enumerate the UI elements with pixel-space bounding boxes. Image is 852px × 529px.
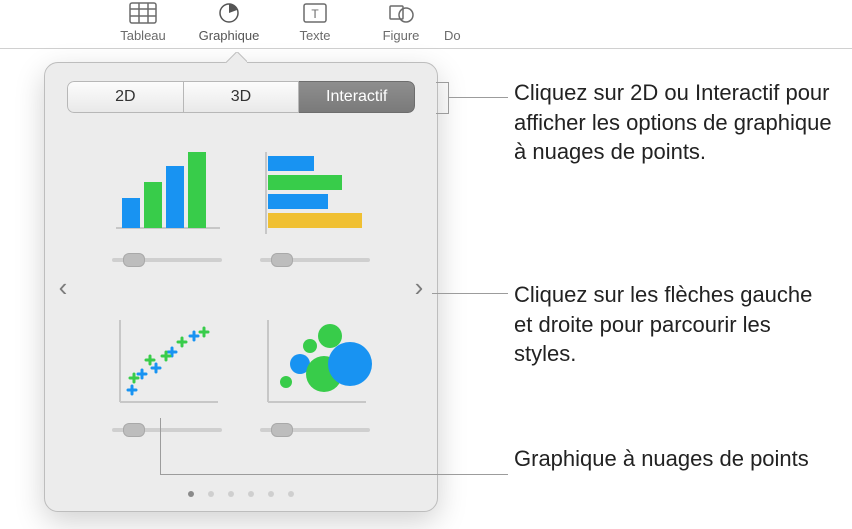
tab-interactive[interactable]: Interactif — [299, 81, 415, 113]
callout-leader — [432, 293, 508, 294]
toolbar-item-label: Texte — [299, 28, 330, 43]
text-icon: T — [301, 2, 329, 24]
style-slider[interactable] — [260, 423, 370, 435]
toolbar-item-shape[interactable]: Figure — [358, 0, 444, 50]
toolbar: Tableau Graphique T Texte Figure Do — [0, 0, 852, 49]
toolbar-item-chart[interactable]: Graphique — [186, 0, 272, 50]
chart-option-bubble[interactable] — [247, 307, 383, 457]
prev-style-button[interactable]: ‹ — [51, 267, 75, 307]
callout-tabs: Cliquez sur 2D ou Interactif pour affich… — [514, 78, 834, 167]
shape-icon — [387, 2, 415, 24]
callout-leader — [160, 418, 161, 474]
popover-arrow — [225, 52, 247, 63]
page-dot[interactable] — [208, 491, 214, 497]
callout-arrows: Cliquez sur les flèches gauche et droite… — [514, 280, 834, 369]
chart-option-column[interactable] — [99, 137, 235, 287]
page-dot[interactable] — [248, 491, 254, 497]
style-slider[interactable] — [112, 423, 222, 435]
style-slider[interactable] — [260, 253, 370, 265]
style-slider[interactable] — [112, 253, 222, 265]
page-dot[interactable] — [268, 491, 274, 497]
chart-style-grid — [99, 137, 383, 457]
chart-option-scatter[interactable] — [99, 307, 235, 457]
page-dot[interactable] — [188, 491, 194, 497]
callout-leader — [160, 474, 508, 475]
toolbar-item-label: Graphique — [199, 28, 260, 43]
table-icon — [129, 2, 157, 24]
chart-type-segmented: 2D 3D Interactif — [67, 81, 415, 113]
tab-3d[interactable]: 3D — [184, 81, 300, 113]
page-dot[interactable] — [288, 491, 294, 497]
toolbar-item-label: Do — [444, 28, 461, 43]
chart-option-bar[interactable] — [247, 137, 383, 287]
toolbar-item-label: Figure — [383, 28, 420, 43]
toolbar-item-table[interactable]: Tableau — [100, 0, 186, 50]
pie-icon — [215, 2, 243, 24]
page-dot[interactable] — [228, 491, 234, 497]
next-style-button[interactable]: › — [407, 267, 431, 307]
column-chart-thumb — [105, 137, 229, 247]
callout-scatter: Graphique à nuages de points — [514, 444, 834, 474]
svg-text:T: T — [311, 7, 319, 21]
tab-2d[interactable]: 2D — [67, 81, 184, 113]
toolbar-item-text[interactable]: T Texte — [272, 0, 358, 50]
bubble-chart-thumb — [253, 307, 377, 417]
scatter-chart-thumb — [105, 307, 229, 417]
chart-popover: 2D 3D Interactif ‹ › — [44, 62, 438, 512]
toolbar-item-more[interactable]: Do — [444, 0, 484, 50]
toolbar-item-label: Tableau — [120, 28, 166, 43]
callout-leader — [448, 97, 508, 98]
callout-bracket — [436, 82, 449, 114]
bar-chart-thumb — [253, 137, 377, 247]
page-dots — [45, 491, 437, 497]
